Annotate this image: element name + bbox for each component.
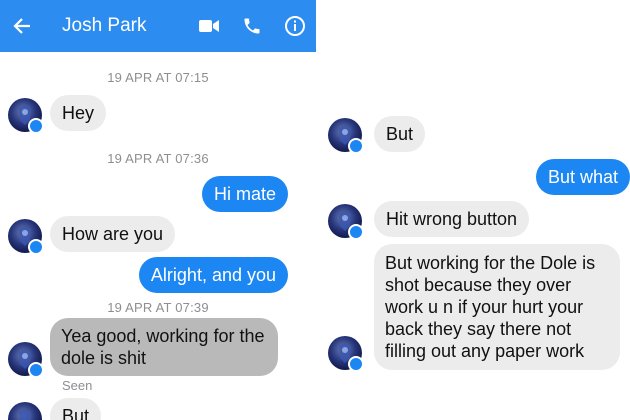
- video-camera-icon[interactable]: [196, 13, 222, 39]
- avatar[interactable]: [8, 402, 42, 420]
- contact-name[interactable]: Josh Park: [62, 15, 146, 37]
- timestamp: 19 APR AT 07:15: [107, 70, 209, 85]
- avatar[interactable]: [328, 118, 364, 154]
- avatar[interactable]: [8, 98, 44, 134]
- chat-screen-left: Josh Park 19 APR AT 07:15 Hey 19 APR AT …: [0, 0, 316, 420]
- message-bubble[interactable]: Hi mate: [201, 176, 288, 212]
- message-bubble[interactable]: But: [374, 116, 426, 152]
- message-bubble[interactable]: But what: [535, 159, 630, 195]
- messenger-badge-icon: [348, 356, 364, 372]
- avatar[interactable]: [8, 219, 44, 255]
- messenger-badge-icon: [348, 138, 364, 154]
- timestamp: 19 APR AT 07:39: [107, 300, 209, 315]
- timestamp: 19 APR AT 07:36: [107, 151, 209, 166]
- message-bubble[interactable]: But: [50, 398, 102, 420]
- avatar[interactable]: [328, 336, 364, 372]
- messenger-badge-icon: [28, 362, 44, 378]
- chat-header: Josh Park: [0, 0, 316, 52]
- messenger-badge-icon: [28, 118, 44, 134]
- messenger-badge-icon: [348, 224, 364, 240]
- seen-indicator: Seen: [62, 378, 93, 393]
- phone-icon[interactable]: [239, 13, 265, 39]
- arrow-left-icon[interactable]: [10, 12, 34, 40]
- messenger-badge-icon: [28, 239, 44, 255]
- message-bubble[interactable]: Hit wrong button: [374, 201, 530, 237]
- avatar[interactable]: [8, 342, 44, 378]
- info-icon[interactable]: [282, 13, 308, 39]
- message-bubble[interactable]: Hey: [50, 95, 107, 131]
- message-bubble-selected[interactable]: Yea good, working for the dole is shit: [50, 318, 278, 376]
- message-bubble[interactable]: How are you: [50, 216, 176, 252]
- chat-screen-right: But But what Hit wrong button But workin…: [316, 104, 630, 376]
- avatar[interactable]: [328, 204, 364, 240]
- message-bubble[interactable]: Alright, and you: [138, 257, 288, 293]
- message-bubble[interactable]: But working for the Dole is shot because…: [374, 244, 620, 370]
